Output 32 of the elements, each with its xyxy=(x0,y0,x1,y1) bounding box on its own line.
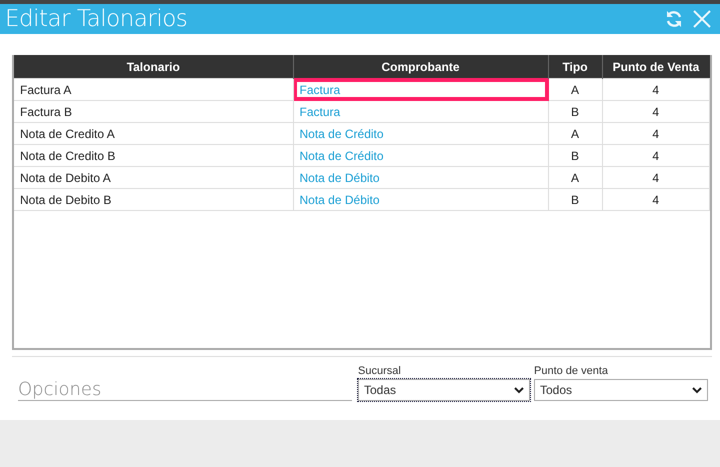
table-cell: B xyxy=(548,100,602,122)
table-cell: Nota de Debito B xyxy=(14,188,293,210)
table-cell: 4 xyxy=(602,78,710,100)
table-cell: Nota de Debito A xyxy=(14,166,293,188)
section-title: Opciones xyxy=(18,379,352,401)
table-cell: B xyxy=(548,188,602,210)
refresh-icon[interactable] xyxy=(664,9,684,29)
dropdown[interactable]: Todas xyxy=(358,379,530,401)
field-label: Punto de venta xyxy=(534,365,610,377)
dropdown[interactable]: Todos xyxy=(534,379,708,401)
table-cell: 4 xyxy=(602,122,710,144)
table-cell: A xyxy=(548,78,602,100)
table-cell: A xyxy=(548,122,602,144)
column-header[interactable]: Tipo xyxy=(548,55,602,78)
table-cell: 4 xyxy=(602,144,710,166)
table-cell: Factura A xyxy=(14,78,293,100)
table-cell: Nota de Credito A xyxy=(14,122,293,144)
table-cell: 4 xyxy=(602,100,710,122)
window-title: Editar Talonarios xyxy=(5,6,188,32)
field-label: Sucursal xyxy=(358,365,402,377)
table-cell: Factura B xyxy=(14,100,293,122)
column-header[interactable]: Punto de Venta xyxy=(602,55,710,78)
chevron-icon xyxy=(692,386,702,394)
column-header[interactable]: Talonario xyxy=(14,55,293,78)
table-cell: 4 xyxy=(602,188,710,210)
table-cell: A xyxy=(548,166,602,188)
column-header[interactable]: Comprobante xyxy=(293,55,548,78)
chevron-icon xyxy=(514,386,524,394)
close-icon[interactable] xyxy=(692,9,712,29)
table-cell: B xyxy=(548,144,602,166)
table-cell: Nota de Credito B xyxy=(14,144,293,166)
table-cell: 4 xyxy=(602,166,710,188)
